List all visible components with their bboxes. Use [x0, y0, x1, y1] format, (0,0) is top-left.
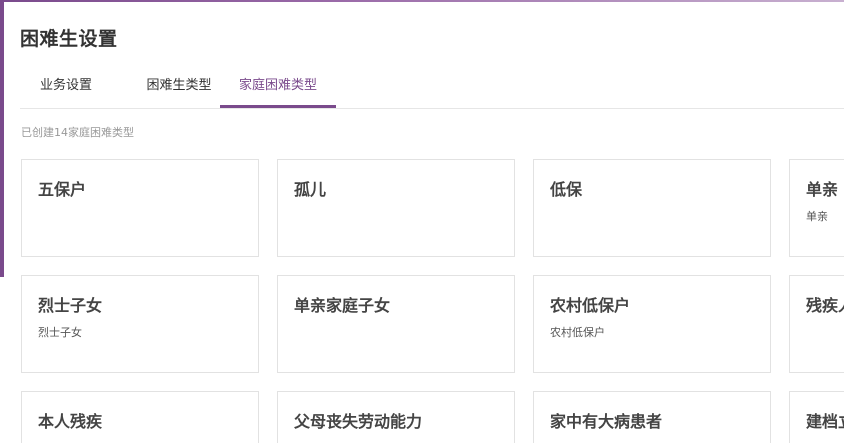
- card-title: 建档立: [806, 412, 844, 431]
- card-title: 烈士子女: [38, 296, 103, 315]
- hardship-type-card[interactable]: 烈士子女 烈士子女: [21, 275, 259, 373]
- card-title: 五保户: [38, 180, 87, 199]
- card-title: 父母丧失劳动能力: [294, 412, 423, 431]
- top-accent-border: [0, 0, 844, 2]
- card-title: 残疾人: [806, 296, 844, 315]
- card-title: 农村低保户: [550, 296, 631, 315]
- tab-bar: 业务设置 困难生类型 家庭困难类型: [20, 66, 844, 109]
- hardship-type-card[interactable]: 孤儿: [277, 159, 515, 257]
- hardship-type-card[interactable]: 本人残疾: [21, 391, 259, 443]
- hardship-type-card[interactable]: 建档立: [789, 391, 844, 443]
- card-title: 家中有大病患者: [550, 412, 663, 431]
- card-title: 单亲家庭子女: [294, 296, 391, 315]
- hardship-type-card[interactable]: 低保: [533, 159, 771, 257]
- card-title: 本人残疾: [38, 412, 103, 431]
- card-title: 孤儿: [294, 180, 327, 199]
- hardship-type-card[interactable]: 单亲 单亲: [789, 159, 844, 257]
- card-title: 低保: [550, 180, 583, 199]
- hardship-type-card[interactable]: 单亲家庭子女: [277, 275, 515, 373]
- hardship-type-card[interactable]: 残疾人: [789, 275, 844, 373]
- hardship-type-card[interactable]: 父母丧失劳动能力: [277, 391, 515, 443]
- created-count-text: 已创建14家庭困难类型: [21, 126, 134, 139]
- tab-family-hardship-types[interactable]: 家庭困难类型: [220, 66, 336, 108]
- hardship-type-card[interactable]: 农村低保户 农村低保户: [533, 275, 771, 373]
- page-title: 困难生设置: [20, 28, 118, 50]
- card-description: 单亲: [806, 210, 828, 223]
- hardship-type-card[interactable]: 家中有大病患者: [533, 391, 771, 443]
- card-description: 烈士子女: [38, 326, 82, 339]
- left-accent-bar: [0, 0, 4, 277]
- card-title: 单亲: [806, 180, 839, 199]
- hardship-type-card[interactable]: 五保户: [21, 159, 259, 257]
- tab-business-settings[interactable]: 业务设置: [20, 66, 112, 106]
- card-description: 农村低保户: [550, 326, 605, 339]
